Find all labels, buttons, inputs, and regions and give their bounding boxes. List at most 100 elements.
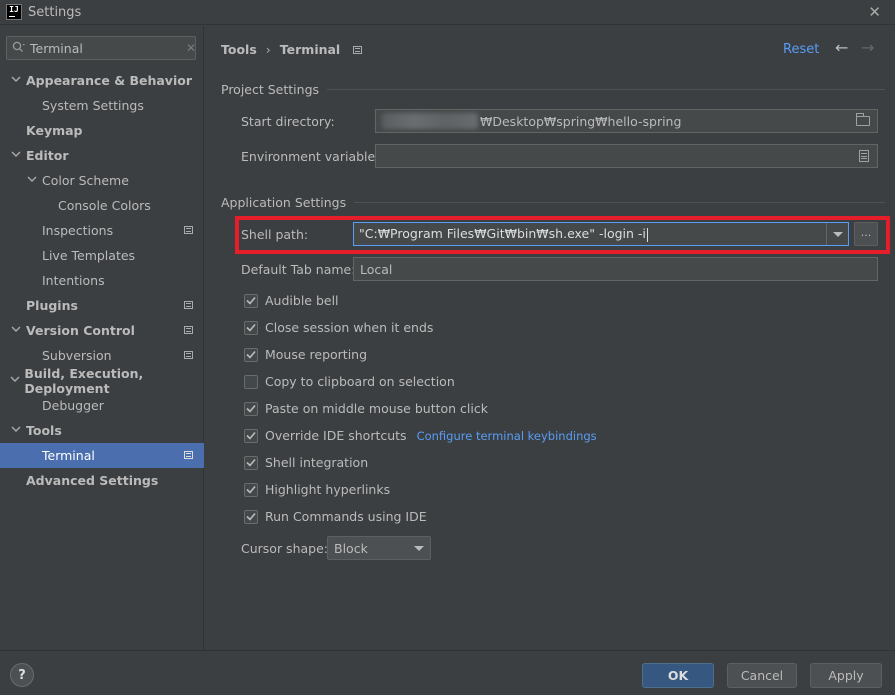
settings-sidebar: ✕ Appearance & Behavior System Settings Ke… (0, 26, 204, 650)
search-icon (12, 41, 26, 56)
project-scope-icon (353, 45, 363, 54)
ok-button[interactable]: OK (642, 663, 714, 688)
sidebar-item-editor[interactable]: Editor (0, 143, 204, 168)
cancel-button[interactable]: Cancel (727, 663, 797, 688)
checkbox-row-override-ide-shortcuts[interactable]: Override IDE shortcuts Configure terminal… (244, 428, 597, 443)
checkbox-shell-integration[interactable] (244, 455, 258, 470)
chevron-down-icon[interactable] (10, 150, 22, 161)
blurred-username (382, 113, 478, 129)
checkbox-row-mouse-reporting[interactable]: Mouse reporting (244, 347, 367, 362)
env-vars-field[interactable] (375, 144, 878, 168)
sidebar-item-keymap[interactable]: Keymap (0, 118, 204, 143)
checkbox-label: Run Commands using IDE (265, 509, 427, 524)
sidebar-item-label: Debugger (42, 398, 104, 413)
cursor-shape-select[interactable]: Block (327, 536, 431, 560)
sidebar-item-terminal[interactable]: Terminal (0, 443, 204, 468)
sidebar-item-debugger[interactable]: Debugger (0, 393, 204, 418)
application-settings-header: Application Settings (221, 195, 885, 210)
breadcrumb-terminal: Terminal (279, 42, 341, 57)
section-divider (354, 202, 885, 203)
folder-icon[interactable] (856, 113, 870, 126)
checkbox-paste-on-middle-mouse-button-click[interactable] (244, 401, 258, 416)
chevron-down-icon[interactable] (10, 325, 22, 336)
shell-path-value: "C:₩Program Files₩Git₩bin₩sh.exe" -login… (354, 226, 826, 242)
checkbox-label: Shell integration (265, 455, 369, 470)
sidebar-item-label: Inspections (42, 223, 114, 238)
sidebar-item-version-control[interactable]: Version Control (0, 318, 204, 343)
chevron-down-icon[interactable] (10, 425, 22, 436)
sidebar-item-system-settings[interactable]: System Settings (0, 93, 204, 118)
sidebar-item-subversion[interactable]: Subversion (0, 343, 204, 368)
sidebar-item-label: Color Scheme (42, 173, 129, 188)
clear-search-icon[interactable]: ✕ (186, 41, 196, 55)
checkbox-override-ide-shortcuts[interactable] (244, 428, 258, 443)
breadcrumb-tools[interactable]: Tools (221, 42, 257, 57)
project-settings-header: Project Settings (221, 82, 885, 97)
sidebar-item-plugins[interactable]: Plugins (0, 293, 204, 318)
shell-path-label: Shell path: (241, 227, 309, 242)
sidebar-item-label: Subversion (42, 348, 112, 363)
sidebar-item-color-scheme[interactable]: Color Scheme (0, 168, 204, 193)
checkbox-highlight-hyperlinks[interactable] (244, 482, 258, 497)
project-settings-title: Project Settings (221, 82, 320, 97)
shell-path-combo[interactable]: "C:₩Program Files₩Git₩bin₩sh.exe" -login… (353, 222, 849, 246)
edit-env-vars-icon[interactable] (859, 150, 869, 162)
checkbox-row-highlight-hyperlinks[interactable]: Highlight hyperlinks (244, 482, 390, 497)
settings-search-box[interactable]: ✕ (6, 36, 196, 60)
checkbox-audible-bell[interactable] (244, 293, 258, 308)
default-tab-value: Local (360, 261, 393, 277)
sidebar-item-tools[interactable]: Tools (0, 418, 204, 443)
settings-tree: Appearance & Behavior System Settings Keym… (0, 68, 204, 493)
checkbox-row-close-session-when-it-ends[interactable]: Close session when it ends (244, 320, 433, 335)
project-scope-icon (184, 326, 193, 334)
sidebar-item-console-colors[interactable]: Console Colors (0, 193, 204, 218)
checkmark-icon (246, 296, 256, 305)
checkbox-close-session-when-it-ends[interactable] (244, 320, 258, 335)
checkmark-icon (246, 512, 256, 521)
settings-main-panel: Tools › Terminal Reset ← → Project Setti… (205, 26, 895, 650)
project-scope-icon (184, 351, 193, 359)
project-scope-icon (184, 451, 193, 459)
chevron-down-icon[interactable] (10, 375, 20, 386)
dialog-footer: ? OK Cancel Apply (0, 650, 895, 695)
intellij-app-icon: IJ (6, 4, 22, 20)
checkbox-copy-to-clipboard-on-selection[interactable] (244, 374, 258, 389)
checkmark-icon (246, 404, 256, 413)
shell-path-browse-button[interactable]: ... (854, 222, 878, 246)
sidebar-item-build-execution-deployment[interactable]: Build, Execution, Deployment (0, 365, 204, 396)
reset-link[interactable]: Reset (783, 42, 819, 57)
checkbox-run-commands-using-ide[interactable] (244, 509, 258, 524)
checkbox-label: Close session when it ends (265, 320, 434, 335)
sidebar-item-intentions[interactable]: Intentions (0, 268, 204, 293)
sidebar-item-inspections[interactable]: Inspections (0, 218, 204, 243)
forward-arrow-icon[interactable]: → (861, 38, 874, 57)
close-icon[interactable]: ✕ (868, 3, 881, 21)
sidebar-item-appearance-behavior[interactable]: Appearance & Behavior (0, 68, 204, 93)
checkbox-label: Override IDE shortcuts (265, 428, 407, 443)
sidebar-item-label: Advanced Settings (26, 473, 159, 488)
chevron-down-icon[interactable] (10, 75, 22, 86)
sidebar-item-label: Intentions (42, 273, 105, 288)
default-tab-field[interactable]: Local (353, 257, 878, 281)
checkbox-row-audible-bell[interactable]: Audible bell (244, 293, 339, 308)
checkbox-row-paste-on-middle-mouse-button-click[interactable]: Paste on middle mouse button click (244, 401, 488, 416)
checkbox-row-copy-to-clipboard-on-selection[interactable]: Copy to clipboard on selection (244, 374, 455, 389)
back-arrow-icon[interactable]: ← (835, 38, 848, 57)
sidebar-item-live-templates[interactable]: Live Templates (0, 243, 204, 268)
checkbox-row-run-commands-using-ide[interactable]: Run Commands using IDE (244, 509, 427, 524)
start-directory-field[interactable]: ₩Desktop₩spring₩hello-spring (375, 109, 878, 133)
configure-keybindings-link[interactable]: Configure terminal keybindings (417, 429, 597, 443)
apply-button[interactable]: Apply (810, 663, 882, 688)
checkbox-row-shell-integration[interactable]: Shell integration (244, 455, 368, 470)
sidebar-item-label: System Settings (42, 98, 144, 113)
sidebar-item-advanced-settings[interactable]: Advanced Settings (0, 468, 204, 493)
title-bar: IJ Settings ✕ (0, 0, 895, 25)
shell-path-dropdown[interactable] (826, 223, 848, 245)
checkbox-mouse-reporting[interactable] (244, 347, 258, 362)
help-button[interactable]: ? (10, 663, 34, 687)
default-tab-label: Default Tab name: (241, 262, 356, 277)
chevron-down-icon[interactable] (26, 175, 38, 186)
sidebar-item-label: Plugins (26, 298, 78, 313)
settings-search-input[interactable] (30, 40, 186, 56)
sidebar-item-label: Build, Execution, Deployment (24, 365, 144, 396)
